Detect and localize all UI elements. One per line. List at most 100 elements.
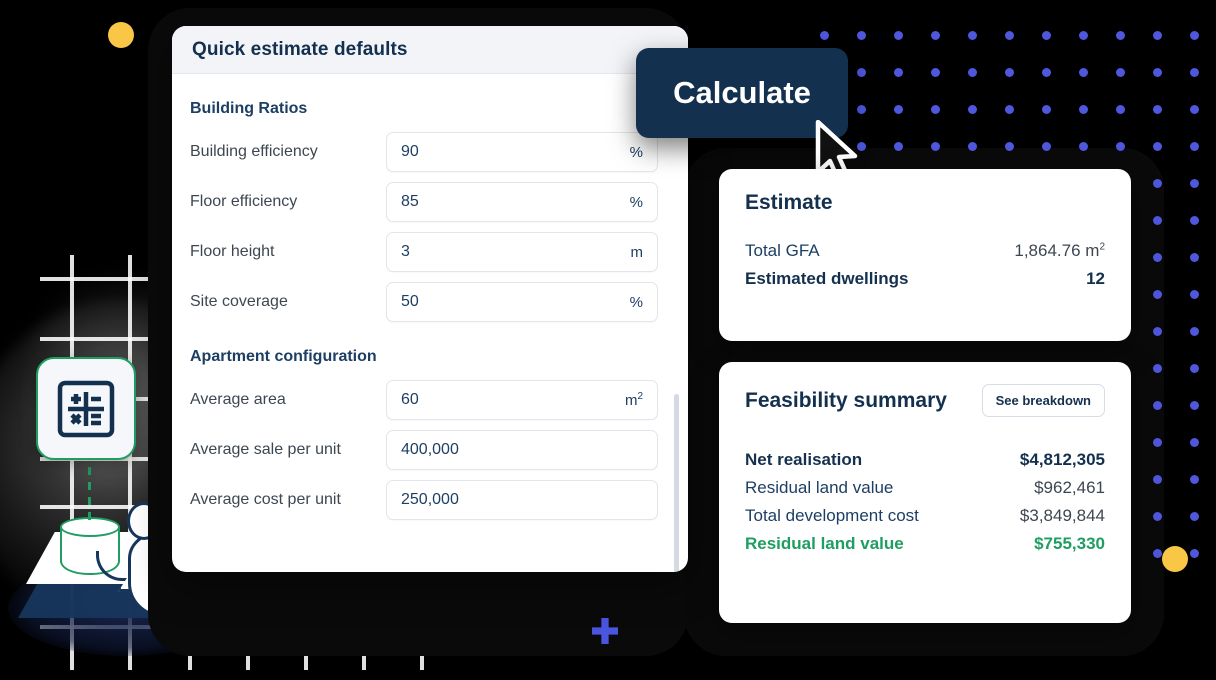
estimate-row-estimated-dwellings: Estimated dwellings 12 bbox=[745, 269, 1105, 289]
grid-dot bbox=[894, 68, 903, 77]
feasibility-row-residual-land-value-total: Residual land value $755,330 bbox=[745, 534, 1105, 554]
building-efficiency-input[interactable]: 90 % bbox=[386, 132, 658, 172]
grid-dot bbox=[968, 68, 977, 77]
grid-dot bbox=[1190, 68, 1199, 77]
row-label: Residual land value bbox=[745, 478, 894, 497]
feasibility-card-title: Feasibility summary bbox=[745, 388, 947, 412]
section-heading-apartment-configuration: Apartment configuration bbox=[190, 348, 377, 365]
field-label: Floor height bbox=[190, 243, 275, 260]
row-value: $4,812,305 bbox=[1019, 450, 1105, 469]
estimate-card: Estimate Total GFA 1,864.76 m2 Estimated… bbox=[719, 169, 1131, 341]
grid-dot bbox=[931, 31, 940, 40]
calculator-icon bbox=[36, 357, 136, 460]
grid-dot bbox=[1079, 68, 1088, 77]
field-row-floor-efficiency: Floor efficiency 85 % bbox=[190, 182, 658, 222]
row-value: $755,330 bbox=[1034, 534, 1105, 553]
grid-dot bbox=[1190, 364, 1199, 373]
field-unit: % bbox=[629, 293, 643, 311]
grid-dot bbox=[1190, 105, 1199, 114]
field-unit: % bbox=[629, 193, 643, 211]
average-area-input[interactable]: 60 m2 bbox=[386, 380, 658, 420]
grid-dot bbox=[968, 105, 977, 114]
feasibility-card-header: Feasibility summary See breakdown bbox=[745, 384, 1105, 417]
grid-dot bbox=[1190, 475, 1199, 484]
estimate-row-total-gfa: Total GFA 1,864.76 m2 bbox=[745, 241, 1105, 261]
grid-dot bbox=[1042, 68, 1051, 77]
grid-dot bbox=[894, 31, 903, 40]
page-title: Quick estimate defaults bbox=[192, 38, 408, 60]
feasibility-summary-card: Feasibility summary See breakdown Net re… bbox=[719, 362, 1131, 623]
floor-height-input[interactable]: 3 m bbox=[386, 232, 658, 272]
grid-dot bbox=[1079, 31, 1088, 40]
grid-dot bbox=[1190, 142, 1199, 151]
grid-dot bbox=[1153, 68, 1162, 77]
panel-header: Quick estimate defaults bbox=[172, 26, 688, 74]
field-unit: % bbox=[629, 143, 643, 161]
yellow-dot-bottom-right bbox=[1162, 546, 1188, 572]
grid-dot bbox=[1005, 31, 1014, 40]
field-value: 50 bbox=[401, 293, 419, 310]
field-row-site-coverage: Site coverage 50 % bbox=[190, 282, 658, 322]
field-label: Average cost per unit bbox=[190, 491, 341, 508]
field-unit: m2 bbox=[624, 391, 643, 409]
field-label: Site coverage bbox=[190, 293, 288, 310]
grid-dot bbox=[1042, 105, 1051, 114]
grid-dot bbox=[1190, 290, 1199, 299]
estimate-card-title: Estimate bbox=[745, 191, 833, 214]
grid-dot bbox=[1116, 105, 1125, 114]
grid-dot bbox=[857, 105, 866, 114]
grid-dot bbox=[1190, 253, 1199, 262]
field-label: Average sale per unit bbox=[190, 441, 341, 458]
grid-dot bbox=[931, 105, 940, 114]
grid-dot bbox=[1190, 216, 1199, 225]
row-value: $962,461 bbox=[1034, 478, 1105, 497]
feasibility-row-residual-land-value: Residual land value $962,461 bbox=[745, 478, 1105, 498]
field-label: Average area bbox=[190, 391, 286, 408]
field-row-average-area: Average area 60 m2 bbox=[190, 380, 658, 420]
grid-dot bbox=[1190, 179, 1199, 188]
row-label: Residual land value bbox=[745, 534, 904, 553]
field-value: 250,000 bbox=[401, 491, 459, 508]
average-sale-per-unit-input[interactable]: 400,000 bbox=[386, 430, 658, 470]
see-breakdown-button[interactable]: See breakdown bbox=[981, 384, 1105, 417]
grid-dot bbox=[968, 31, 977, 40]
grid-dot bbox=[1005, 105, 1014, 114]
grid-dot bbox=[1005, 68, 1014, 77]
row-label: Estimated dwellings bbox=[745, 269, 909, 288]
panel-body: Building Ratios Building efficiency 90 %… bbox=[172, 74, 688, 572]
grid-dot bbox=[857, 68, 866, 77]
calculate-button[interactable]: Calculate bbox=[636, 48, 848, 138]
feasibility-row-net-realisation: Net realisation $4,812,305 bbox=[745, 450, 1105, 470]
grid-dot bbox=[931, 68, 940, 77]
average-cost-per-unit-input[interactable]: 250,000 bbox=[386, 480, 658, 520]
floor-efficiency-input[interactable]: 85 % bbox=[386, 182, 658, 222]
grid-dot bbox=[1153, 142, 1162, 151]
row-value: 1,864.76 m2 bbox=[1014, 241, 1105, 260]
yellow-dot-top-left bbox=[108, 22, 134, 48]
grid-dot bbox=[1190, 401, 1199, 410]
field-value: 3 bbox=[401, 243, 410, 260]
site-coverage-input[interactable]: 50 % bbox=[386, 282, 658, 322]
field-row-floor-height: Floor height 3 m bbox=[190, 232, 658, 272]
grid-dot bbox=[1153, 31, 1162, 40]
grid-dot bbox=[857, 31, 866, 40]
grid-dot bbox=[1042, 31, 1051, 40]
field-value: 60 bbox=[401, 391, 419, 408]
field-label: Building efficiency bbox=[190, 143, 318, 160]
panel-scrollbar[interactable] bbox=[674, 394, 679, 572]
grid-dot bbox=[1190, 31, 1199, 40]
section-heading-building-ratios: Building Ratios bbox=[190, 100, 308, 117]
field-unit: m bbox=[630, 243, 644, 261]
screenshot-canvas: Quick estimate defaults Building Ratios … bbox=[0, 0, 1216, 680]
feasibility-values: Net realisation $4,812,305 Residual land… bbox=[745, 450, 1105, 554]
field-value: 85 bbox=[401, 193, 419, 210]
grid-dot bbox=[1116, 31, 1125, 40]
estimate-values: Total GFA 1,864.76 m2 Estimated dwelling… bbox=[745, 241, 1105, 289]
feasibility-row-total-development-cost: Total development cost $3,849,844 bbox=[745, 506, 1105, 526]
field-label: Floor efficiency bbox=[190, 193, 298, 210]
row-label: Total development cost bbox=[745, 506, 919, 525]
grid-dot bbox=[1116, 68, 1125, 77]
grid-dot bbox=[1190, 327, 1199, 336]
field-value: 400,000 bbox=[401, 441, 459, 458]
row-value: 12 bbox=[1086, 269, 1105, 288]
